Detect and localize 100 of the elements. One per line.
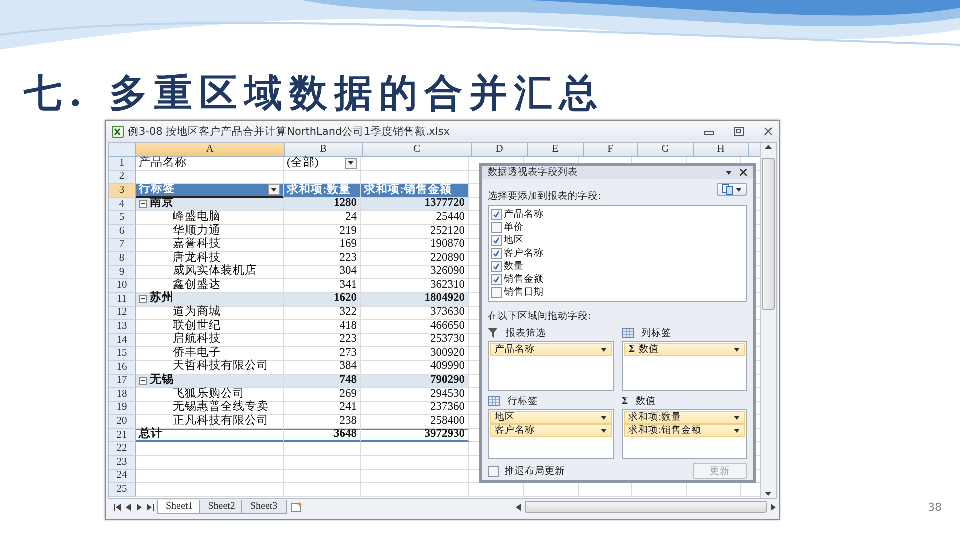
field-label[interactable]: 地区: [504, 234, 524, 247]
column-header[interactable]: E: [528, 143, 584, 157]
row-header[interactable]: 17: [109, 374, 136, 388]
scroll-right-icon[interactable]: [770, 504, 777, 510]
checkbox[interactable]: [491, 222, 502, 233]
table-cell: 790290: [430, 375, 465, 387]
row-header[interactable]: 6: [109, 224, 136, 239]
scrollbar-thumb[interactable]: [525, 501, 767, 513]
dropdown-button[interactable]: [268, 184, 280, 196]
caret-icon: [734, 428, 740, 432]
row-header[interactable]: 18: [109, 388, 136, 402]
row-header[interactable]: 4: [109, 198, 136, 212]
scroll-left-icon[interactable]: [515, 504, 522, 510]
collapse-icon[interactable]: [139, 376, 147, 385]
checkbox[interactable]: [491, 248, 502, 259]
column-header[interactable]: H: [694, 143, 749, 157]
column-header[interactable]: G: [638, 143, 694, 157]
table-cell: 241: [340, 402, 357, 414]
row-header[interactable]: 12: [109, 306, 136, 320]
checkbox[interactable]: [491, 209, 502, 220]
column-header[interactable]: C: [363, 143, 472, 157]
table-cell-text: 侨丰电子: [172, 348, 221, 360]
column-header[interactable]: D: [472, 143, 528, 157]
area-field-item[interactable]: 求和项:销售金额: [624, 424, 745, 437]
row-header[interactable]: 15: [109, 347, 136, 361]
page-number: 38: [928, 501, 942, 514]
sheet-tab[interactable]: Sheet3: [241, 500, 287, 514]
area-field-item[interactable]: 地区: [490, 411, 612, 424]
checkbox[interactable]: [488, 466, 499, 476]
documents-icon: [722, 184, 734, 195]
table-cell: 466650: [430, 320, 465, 332]
table-cell-text: 正凡科技有限公司: [172, 416, 269, 428]
layout-button[interactable]: [717, 183, 747, 196]
caret-icon: [734, 348, 740, 352]
row-header[interactable]: 5: [109, 211, 136, 225]
area-field-item[interactable]: 产品名称: [490, 343, 612, 356]
table-cell: 252120: [430, 226, 465, 238]
row-header[interactable]: 9: [109, 266, 136, 280]
table-cell-text: 鑫创盛达: [172, 280, 221, 292]
table-cell: 24: [346, 212, 357, 224]
row-header[interactable]: 22: [109, 442, 136, 456]
panel-title: 数据透视表字段列表: [488, 166, 579, 179]
field-label[interactable]: 单价: [504, 221, 524, 234]
insert-sheet-icon[interactable]: [290, 502, 303, 512]
field-label[interactable]: 销售金额: [504, 273, 544, 286]
collapse-icon[interactable]: [139, 295, 147, 304]
area-field-item[interactable]: 客户名称: [490, 424, 612, 437]
checkbox[interactable]: [491, 287, 502, 298]
table-cell: 300920: [430, 348, 465, 360]
previous-sheet-icon[interactable]: [125, 504, 132, 510]
last-sheet-icon[interactable]: [147, 504, 154, 510]
table-cell: 总计: [139, 429, 163, 441]
scrollbar-thumb[interactable]: [762, 158, 775, 310]
table-cell-text: 嘉誉科技: [172, 239, 221, 251]
table-cell: 253730: [430, 334, 465, 346]
table-cell-text: 启航科技: [172, 334, 221, 346]
table-cell: 269: [340, 388, 357, 400]
row-header[interactable]: 11: [109, 292, 136, 307]
row-header[interactable]: 2: [109, 170, 136, 184]
table-cell: 238: [340, 416, 357, 428]
table-header: 求和项:数量: [287, 184, 351, 196]
row-header[interactable]: 16: [109, 360, 136, 374]
column-header[interactable]: B: [285, 143, 363, 157]
row-header[interactable]: 24: [109, 470, 136, 484]
next-sheet-icon[interactable]: [136, 504, 143, 510]
dropdown-button[interactable]: [345, 158, 357, 169]
table-cell: 产品名称: [139, 158, 187, 170]
caret-icon: [736, 188, 742, 192]
row-header[interactable]: 20: [109, 415, 136, 429]
field-label[interactable]: 产品名称: [504, 208, 544, 221]
row-header[interactable]: 13: [109, 320, 136, 334]
row-header[interactable]: 1: [109, 157, 136, 171]
row-header[interactable]: 8: [109, 252, 136, 266]
field-label[interactable]: 客户名称: [504, 247, 544, 260]
close-icon[interactable]: [764, 127, 773, 136]
row-header[interactable]: 23: [109, 456, 136, 470]
collapse-icon[interactable]: [139, 200, 147, 208]
row-header[interactable]: 14: [109, 334, 136, 348]
area-field-item[interactable]: 求和项:数量: [624, 411, 745, 424]
restore-icon[interactable]: [734, 127, 744, 136]
field-label[interactable]: 销售日期: [504, 286, 544, 299]
first-sheet-icon[interactable]: [114, 504, 121, 510]
row-header[interactable]: 10: [109, 279, 136, 293]
sigma-icon: Σ: [622, 396, 628, 406]
column-header[interactable]: A: [136, 143, 285, 157]
row-header[interactable]: 7: [109, 238, 136, 252]
column-header[interactable]: F: [584, 143, 638, 157]
row-header[interactable]: 21: [109, 428, 136, 442]
row-header[interactable]: 19: [109, 402, 136, 416]
area-field-item[interactable]: Σ 数值: [624, 343, 745, 356]
caret-icon: [726, 170, 732, 174]
field-label[interactable]: 数量: [504, 260, 524, 273]
checkbox[interactable]: [491, 235, 502, 246]
row-header[interactable]: 3: [109, 184, 136, 198]
row-header[interactable]: 25: [109, 483, 136, 497]
table-cell: 258400: [430, 416, 465, 428]
checkbox[interactable]: [491, 261, 502, 272]
table-cell-text: 唐龙科技: [172, 252, 221, 264]
close-icon[interactable]: [740, 169, 747, 176]
checkbox[interactable]: [491, 274, 502, 285]
